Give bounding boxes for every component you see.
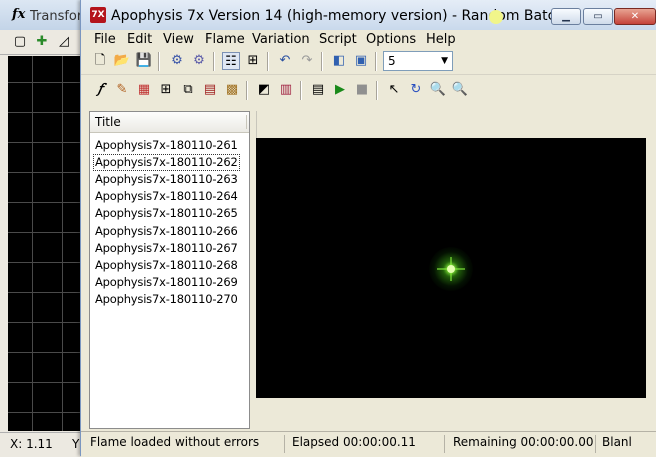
title-column-header: Title [95,115,121,129]
transform-grid-canvas[interactable] [8,56,90,431]
full-screen-icon[interactable]: ◧ [330,52,348,70]
tile-icon[interactable]: ⧉ [179,81,197,99]
main-window: 7X Apophysis 7x Version 14 (high-memory … [80,0,656,457]
display-icon[interactable]: ▣ [352,52,370,70]
list-item[interactable]: Apophysis7x-180110-268 [94,258,239,273]
render-gear-icon[interactable]: ⚙ [168,52,186,70]
minimize-button[interactable]: ▁ [551,8,581,25]
list-item[interactable]: Apophysis7x-180110-261 [94,138,239,153]
open-folder-icon[interactable]: 📂 [113,52,131,70]
y-coordinate: Y [72,437,80,451]
x-coordinate: X: 1.11 [10,437,53,451]
status-message: Flame loaded without errors [90,435,260,449]
zoom-in-icon[interactable]: 🔍 [429,81,447,99]
transform-editor-statusbar: X: 1.11 Y [0,432,90,457]
triangle-icon[interactable]: ◿ [56,34,72,50]
new-transform-icon[interactable]: ▢ [12,34,28,50]
list-item[interactable]: Apophysis7x-180110-263 [94,172,239,187]
secondary-toolbar: 𝑓 ✎ ▦ ⊞ ⧉ ▤ ▩ ◩ ▥ ▤ ▶ ■ ↖ ↻ 🔍 🔍 [81,78,656,103]
list-header[interactable]: Title [90,112,249,133]
remaining-time: Remaining 00:00:00.00 [453,435,594,449]
apophysis-app-icon[interactable]: 7X [90,7,106,23]
menu-file[interactable]: File [94,32,116,47]
transform-editor-title: Transfor [30,9,83,24]
preview-top-gutter [256,111,647,138]
mutate-icon[interactable]: ⊞ [157,81,175,99]
chevron-down-icon: ▼ [441,56,448,66]
flame-list[interactable]: Title Apophysis7x-180110-261 Apophysis7x-… [89,111,250,429]
zoom-out-icon[interactable]: 🔍 [451,81,469,99]
preview-panel [256,111,647,429]
adjust-icon[interactable]: ✎ [113,81,131,99]
list-view-icon[interactable]: ☷ [222,52,240,70]
new-file-icon[interactable]: 🗋 [91,52,109,70]
fx-icon: fx [12,7,26,22]
stop-script-icon[interactable]: ■ [353,81,371,99]
close-button[interactable]: ✕ [614,8,656,25]
zoom-value: 5 [388,54,396,68]
menu-variation[interactable]: Variation [252,32,310,47]
main-titlebar[interactable]: 7X Apophysis 7x Version 14 (high-memory … [81,0,656,30]
menu-view[interactable]: View [163,32,194,47]
add-transform-icon[interactable]: ✚ [34,34,50,50]
status-right: Blanl [602,435,632,449]
elapsed-time: Elapsed 00:00:00.11 [292,435,416,449]
busy-indicator-icon [489,10,503,24]
list-item[interactable]: Apophysis7x-180110-270 [94,292,239,307]
menu-help[interactable]: Help [426,32,456,47]
flame-render-canvas[interactable] [256,138,646,398]
main-toolbar: 🗋 📂 💾 ⚙ ⚙ ☷ ⊞ ↶ ↷ ◧ ▣ 5 ▼ [81,49,656,75]
list-item[interactable]: Apophysis7x-180110-269 [94,275,239,290]
gradient-icon[interactable]: ▦ [135,81,153,99]
batch-icon[interactable]: ▩ [223,81,241,99]
icon-view-icon[interactable]: ⊞ [244,52,262,70]
menu-options[interactable]: Options [366,32,416,47]
run-script-icon[interactable]: ▶ [331,81,349,99]
statusbar: Flame loaded without errors Elapsed 00:0… [81,431,656,457]
menu-script[interactable]: Script [319,32,357,47]
guides-icon[interactable]: ▥ [277,81,295,99]
list-item[interactable]: Apophysis7x-180110-266 [94,224,239,239]
menubar: File Edit View Flame Variation Script Op… [81,30,656,49]
list-item[interactable]: Apophysis7x-180110-262 [93,154,240,172]
menu-flame[interactable]: Flame [205,32,245,47]
rotate-icon[interactable]: ↻ [407,81,425,99]
render-to-disk-icon[interactable]: ▤ [201,81,219,99]
list-item[interactable]: Apophysis7x-180110-265 [94,206,239,221]
script-editor-icon[interactable]: ▤ [309,81,327,99]
transparency-icon[interactable]: ◩ [255,81,273,99]
redo-icon[interactable]: ↷ [298,52,316,70]
transform-editor-toolbar: ▢ ✚ ◿ [0,30,90,55]
zoom-select[interactable]: 5 ▼ [383,51,453,71]
undo-icon[interactable]: ↶ [276,52,294,70]
menu-edit[interactable]: Edit [127,32,152,47]
render-all-icon[interactable]: ⚙ [190,52,208,70]
list-item[interactable]: Apophysis7x-180110-264 [94,189,239,204]
select-arrow-icon[interactable]: ↖ [385,81,403,99]
maximize-button[interactable]: ▭ [583,8,613,25]
list-item[interactable]: Apophysis7x-180110-267 [94,241,239,256]
transform-editor-icon[interactable]: 𝑓 [91,81,109,99]
save-icon[interactable]: 💾 [135,52,153,70]
